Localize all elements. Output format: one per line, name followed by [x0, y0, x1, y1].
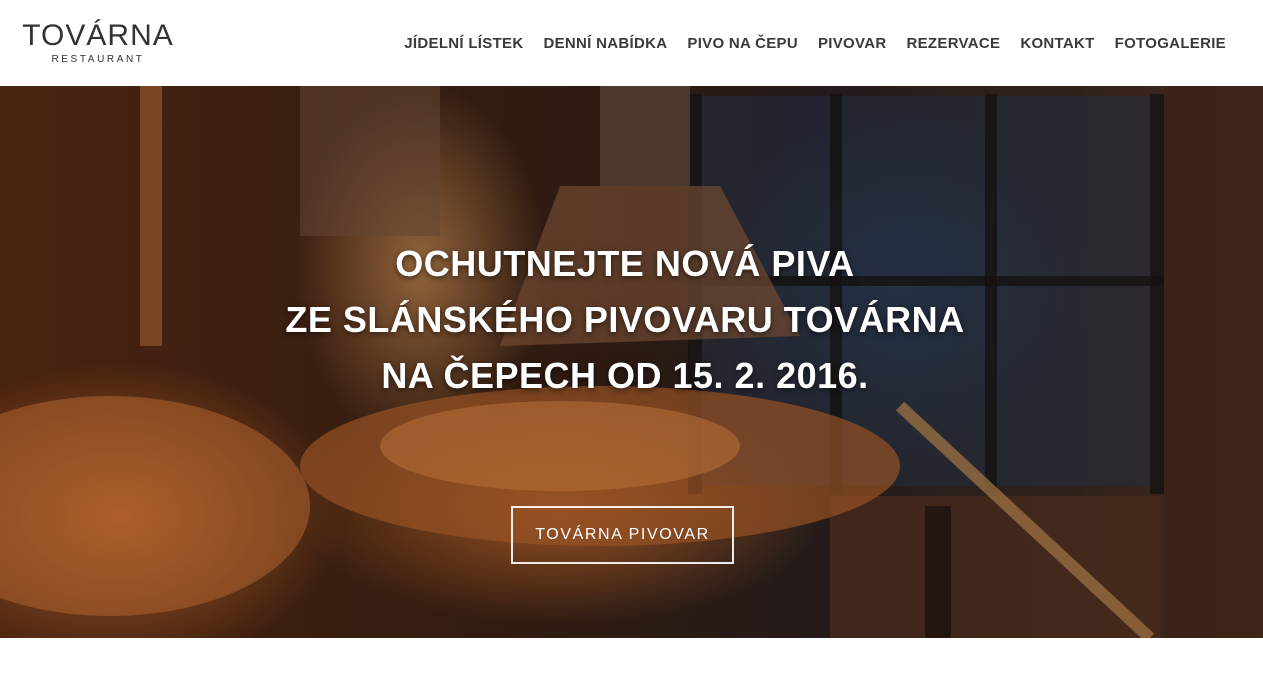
page-content-start [0, 638, 1263, 689]
nav-item-kontakt[interactable]: KONTAKT [1020, 35, 1094, 52]
nav-item-jidelni-listek[interactable]: JÍDELNÍ LÍSTEK [404, 35, 523, 52]
site-header: TOVÁRNA RESTAURANT JÍDELNÍ LÍSTEK DENNÍ … [0, 0, 1263, 86]
hero-headline-line-1: OCHUTNEJTE NOVÁ PIVA [395, 243, 855, 284]
hero-headline-line-2: ZE SLÁNSKÉHO PIVOVARU TOVÁRNA [285, 299, 965, 340]
tovarna-pivovar-button[interactable]: TOVÁRNA PIVOVAR [511, 506, 734, 564]
nav-item-denni-nabidka[interactable]: DENNÍ NABÍDKA [543, 35, 667, 52]
hero-headline: OCHUTNEJTE NOVÁ PIVA ZE SLÁNSKÉHO PIVOVA… [0, 236, 1250, 404]
hero-banner: OCHUTNEJTE NOVÁ PIVA ZE SLÁNSKÉHO PIVOVA… [0, 86, 1263, 638]
logo[interactable]: TOVÁRNA RESTAURANT [22, 21, 172, 66]
logo-tagline: RESTAURANT [51, 54, 145, 65]
nav-item-rezervace[interactable]: REZERVACE [906, 35, 1000, 52]
nav-item-pivo-na-cepu[interactable]: PIVO NA ČEPU [687, 35, 798, 52]
nav-item-fotogalerie[interactable]: FOTOGALERIE [1115, 35, 1226, 52]
hero-headline-line-3: NA ČEPECH OD 15. 2. 2016. [381, 355, 869, 396]
nav-item-pivovar[interactable]: PIVOVAR [818, 35, 887, 52]
logo-wordmark: TOVÁRNA [22, 19, 174, 52]
main-nav: JÍDELNÍ LÍSTEK DENNÍ NABÍDKA PIVO NA ČEP… [404, 35, 1226, 52]
